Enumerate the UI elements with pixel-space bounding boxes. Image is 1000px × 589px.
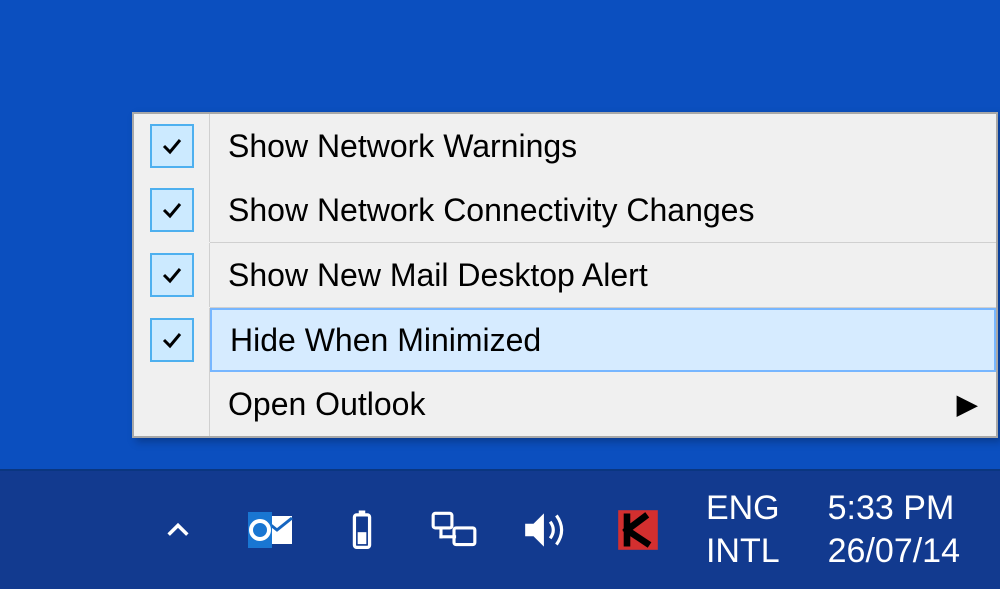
- time-text: 5:33 PM: [828, 490, 960, 527]
- menu-item-label: Show New Mail Desktop Alert: [228, 257, 648, 294]
- network-icon: [429, 509, 479, 551]
- outlook-icon: [246, 506, 294, 554]
- volume-tray-icon[interactable]: [518, 502, 574, 558]
- submenu-arrow-icon: ▶: [956, 388, 978, 421]
- menu-item-show-new-mail-desktop-alert[interactable]: Show New Mail Desktop Alert: [134, 243, 996, 307]
- language-line2: INTL: [706, 533, 780, 570]
- taskbar: ENG 5:33 PM INTL 26/07/14: [0, 469, 1000, 589]
- checkmark-icon: [150, 318, 194, 362]
- kaspersky-tray-icon[interactable]: [610, 502, 666, 558]
- kaspersky-icon: [616, 508, 660, 552]
- menu-item-open-outlook[interactable]: Open Outlook ▶: [134, 372, 996, 436]
- menu-item-label: Show Network Connectivity Changes: [228, 192, 754, 229]
- show-hidden-icons-button[interactable]: [150, 502, 206, 558]
- checkmark-icon: [150, 253, 194, 297]
- date-text: 26/07/14: [828, 533, 960, 570]
- menu-item-label: Open Outlook: [228, 386, 425, 423]
- system-tray: [150, 502, 666, 558]
- battery-icon: [349, 508, 375, 552]
- checkmark-icon: [150, 188, 194, 232]
- menu-item-hide-when-minimized[interactable]: Hide When Minimized: [134, 308, 996, 372]
- network-tray-icon[interactable]: [426, 502, 482, 558]
- menu-item-show-network-connectivity-changes[interactable]: Show Network Connectivity Changes: [134, 178, 996, 242]
- menu-item-label: Show Network Warnings: [228, 128, 577, 165]
- outlook-tray-icon[interactable]: [242, 502, 298, 558]
- menu-item-show-network-warnings[interactable]: Show Network Warnings: [134, 114, 996, 178]
- battery-tray-icon[interactable]: [334, 502, 390, 558]
- volume-icon: [521, 509, 571, 551]
- checkmark-icon: [150, 124, 194, 168]
- menu-item-label: Hide When Minimized: [230, 322, 541, 359]
- language-line1: ENG: [706, 490, 780, 527]
- taskbar-clock[interactable]: ENG 5:33 PM INTL 26/07/14: [706, 490, 960, 571]
- outlook-tray-context-menu: Show Network Warnings Show Network Conne…: [132, 112, 998, 438]
- chevron-up-icon: [164, 516, 192, 544]
